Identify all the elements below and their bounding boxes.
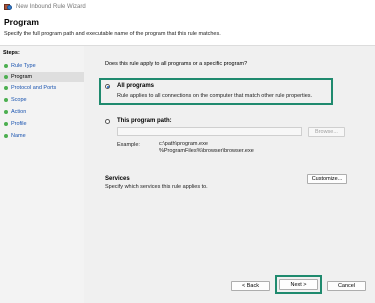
firewall-icon xyxy=(4,3,12,11)
example-paths: c:\path\program.exe %ProgramFiles%\brows… xyxy=(159,141,254,155)
this-program-label[interactable]: This program path: xyxy=(117,118,172,124)
browse-button[interactable]: Browse... xyxy=(308,127,345,137)
this-program-radio[interactable] xyxy=(105,119,110,124)
page-description: Specify the full program path and execut… xyxy=(4,31,221,37)
all-programs-radio[interactable] xyxy=(105,84,110,89)
sidebar-item-label: Name xyxy=(11,133,26,139)
next-button[interactable]: Next > xyxy=(279,279,318,290)
step-dot-icon xyxy=(4,98,8,102)
sidebar-item-rule-type[interactable]: Rule Type xyxy=(0,61,84,71)
sidebar-item-scope[interactable]: Scope xyxy=(0,95,84,105)
customize-button[interactable]: Customize... xyxy=(307,174,347,184)
example-label: Example: xyxy=(117,142,140,148)
question-text: Does this rule apply to all programs or … xyxy=(105,61,248,67)
cancel-button[interactable]: Cancel xyxy=(327,281,366,291)
example-path-2: %ProgramFiles%\browser\browser.exe xyxy=(159,148,254,154)
steps-sidebar: Steps: Rule Type Program Protocol and Po… xyxy=(0,46,84,303)
sidebar-item-label: Profile xyxy=(11,121,27,127)
step-dot-icon xyxy=(4,75,8,79)
step-dot-icon xyxy=(4,122,8,126)
sidebar-item-label: Action xyxy=(11,109,27,115)
step-dot-icon xyxy=(4,134,8,138)
sidebar-item-label: Scope xyxy=(11,97,27,103)
title-bar: New Inbound Rule Wizard xyxy=(0,0,375,14)
sidebar-item-protocol-and-ports[interactable]: Protocol and Ports xyxy=(0,83,84,93)
sidebar-item-name[interactable]: Name xyxy=(0,131,84,141)
sidebar-item-program[interactable]: Program xyxy=(0,72,84,82)
wizard-content: Does this rule apply to all programs or … xyxy=(84,46,375,303)
steps-label: Steps: xyxy=(3,50,20,56)
all-programs-description: Rule applies to all connections on the c… xyxy=(117,93,313,99)
page-title: Program xyxy=(4,17,39,27)
window-title: New Inbound Rule Wizard xyxy=(16,4,86,10)
sidebar-item-label: Program xyxy=(11,74,33,80)
sidebar-item-label: Rule Type xyxy=(11,63,36,69)
step-dot-icon xyxy=(4,110,8,114)
sidebar-item-action[interactable]: Action xyxy=(0,107,84,117)
services-description: Specify which services this rule applies… xyxy=(105,184,208,190)
sidebar-item-profile[interactable]: Profile xyxy=(0,119,84,129)
wizard-header: Program Specify the full program path an… xyxy=(0,14,375,46)
program-path-input[interactable] xyxy=(117,127,302,136)
step-dot-icon xyxy=(4,86,8,90)
example-path-1: c:\path\program.exe xyxy=(159,141,208,147)
services-title: Services xyxy=(105,176,130,182)
step-dot-icon xyxy=(4,64,8,68)
all-programs-label[interactable]: All programs xyxy=(117,83,154,89)
sidebar-item-label: Protocol and Ports xyxy=(11,85,57,91)
back-button[interactable]: < Back xyxy=(231,281,270,291)
